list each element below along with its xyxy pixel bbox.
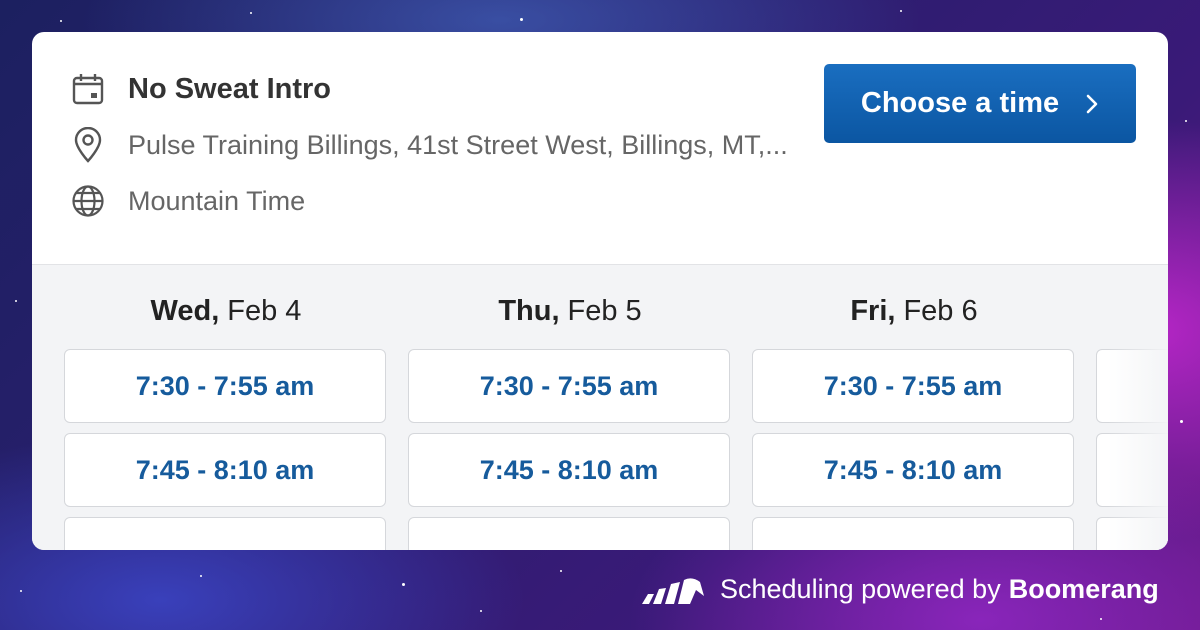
powered-by-footer[interactable]: Scheduling powered by Boomerang xyxy=(640,572,1159,606)
scroll-fade xyxy=(1108,265,1168,550)
day-weekday: Wed, xyxy=(150,294,220,327)
event-title: No Sweat Intro xyxy=(128,72,332,105)
footer-prefix: Scheduling powered by xyxy=(720,573,1001,604)
event-details: No Sweat Intro Pulse Training Billings, … xyxy=(32,32,1168,265)
day-weekday: Fri, xyxy=(850,294,896,327)
location-pin-icon xyxy=(70,127,106,163)
choose-time-label: Choose a time xyxy=(860,87,1060,119)
event-timezone-row[interactable]: Mountain Time xyxy=(70,183,305,219)
day-header: Thu, Feb 5 xyxy=(408,265,732,349)
time-slot-grid: Wed, Feb 4 7:30 - 7:55 am 7:45 - 8:10 am… xyxy=(32,265,1168,550)
event-timezone: Mountain Time xyxy=(128,185,306,216)
day-header: Wed, Feb 4 xyxy=(64,265,388,349)
time-slot-button-partial[interactable] xyxy=(64,517,386,550)
time-slot-button[interactable]: 7:45 - 8:10 am xyxy=(408,433,730,507)
time-slot-button-partial[interactable] xyxy=(408,517,730,550)
boomerang-logo-icon xyxy=(640,572,706,606)
event-location: Pulse Training Billings, 41st Street Wes… xyxy=(128,129,788,160)
scheduling-card: No Sweat Intro Pulse Training Billings, … xyxy=(32,32,1168,550)
chevron-right-icon xyxy=(1085,93,1099,115)
day-column: Wed, Feb 4 7:30 - 7:55 am 7:45 - 8:10 am xyxy=(64,265,388,550)
time-slot-button[interactable]: 7:45 - 8:10 am xyxy=(752,433,1074,507)
event-title-row: No Sweat Intro xyxy=(70,71,331,107)
time-slot-button-partial[interactable] xyxy=(752,517,1074,550)
event-location-row: Pulse Training Billings, 41st Street Wes… xyxy=(70,127,788,163)
day-column: Thu, Feb 5 7:30 - 7:55 am 7:45 - 8:10 am xyxy=(408,265,732,550)
time-slot-button[interactable]: 7:30 - 7:55 am xyxy=(408,349,730,423)
time-slot-button[interactable]: 7:45 - 8:10 am xyxy=(64,433,386,507)
globe-icon xyxy=(70,183,106,219)
day-weekday: Thu, xyxy=(498,294,560,327)
day-date: Feb 5 xyxy=(567,294,642,327)
day-column: Fri, Feb 6 7:30 - 7:55 am 7:45 - 8:10 am xyxy=(752,265,1076,550)
footer-brand: Boomerang xyxy=(1008,573,1159,604)
time-slot-button[interactable]: 7:30 - 7:55 am xyxy=(752,349,1074,423)
day-date: Feb 6 xyxy=(903,294,978,327)
day-header: Fri, Feb 6 xyxy=(752,265,1076,349)
calendar-icon xyxy=(70,71,106,107)
time-slot-button[interactable]: 7:30 - 7:55 am xyxy=(64,349,386,423)
choose-time-button[interactable]: Choose a time xyxy=(824,64,1136,143)
day-date: Feb 4 xyxy=(227,294,302,327)
